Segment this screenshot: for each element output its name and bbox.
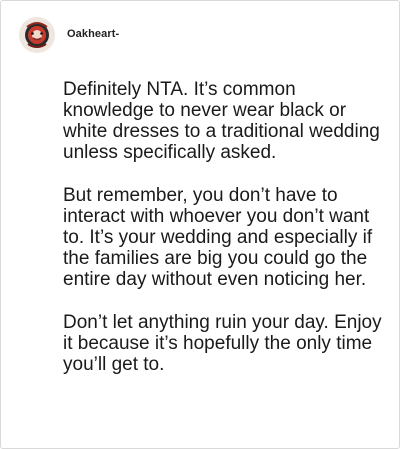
comment-paragraph-3: Don’t let anything ruin your day. Enjoy … <box>63 312 382 375</box>
avatar-icon[interactable] <box>19 17 55 53</box>
comment-header: Oakheart- <box>19 15 119 55</box>
comment-paragraph-2: But remember, you don’t have to interact… <box>63 185 373 290</box>
comment-body: Definitely NTA. It’s common knowledge to… <box>63 79 383 397</box>
comment-paragraph-1: Definitely NTA. It’s common knowledge to… <box>63 79 380 163</box>
comment-card: Oakheart- Definitely NTA. It’s common kn… <box>0 0 400 449</box>
username[interactable]: Oakheart- <box>67 28 119 40</box>
